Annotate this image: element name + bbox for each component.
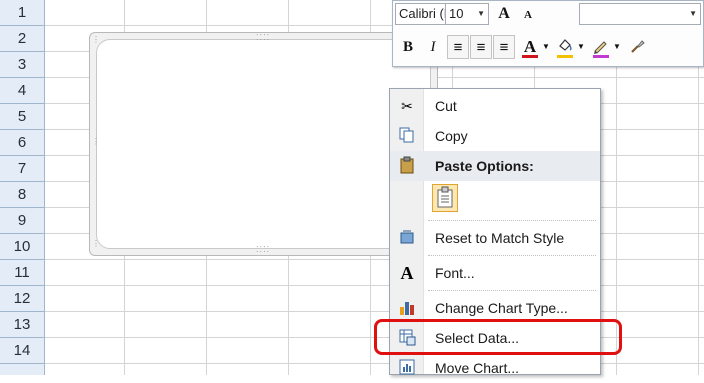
chevron-down-icon[interactable]: ▼ bbox=[612, 35, 622, 59]
row-header-3[interactable]: 3 bbox=[0, 52, 44, 78]
menu-item-label: Reset to Match Style bbox=[435, 230, 565, 246]
select-data-highlight-box bbox=[374, 319, 622, 355]
outline-color-swatch bbox=[593, 55, 609, 58]
corner-resize-handle[interactable]: ⋮ bbox=[92, 35, 101, 44]
row-header-12[interactable]: 12 bbox=[0, 286, 44, 312]
format-painter-icon bbox=[631, 40, 645, 53]
left-resize-handle[interactable]: ⋮ bbox=[92, 137, 101, 146]
chart-type-icon bbox=[397, 298, 417, 318]
chevron-down-icon[interactable]: ▼ bbox=[541, 35, 551, 59]
format-painter-button[interactable] bbox=[626, 35, 648, 59]
row-header-10[interactable]: 10 bbox=[0, 234, 44, 260]
font-icon: A bbox=[400, 263, 414, 283]
font-color-letter: A bbox=[523, 37, 537, 56]
font-size-value: 10 bbox=[449, 6, 464, 21]
fill-color-button[interactable] bbox=[554, 35, 576, 59]
italic-button[interactable]: I bbox=[422, 35, 444, 59]
grid-line bbox=[45, 285, 704, 286]
grid-line bbox=[45, 311, 704, 312]
paste-keep-formatting-button[interactable] bbox=[432, 184, 458, 212]
row-header-2[interactable]: 2 bbox=[0, 26, 44, 52]
row-header-8[interactable]: 8 bbox=[0, 182, 44, 208]
menu-item-copy[interactable]: Copy bbox=[390, 121, 600, 151]
row-header-6[interactable]: 6 bbox=[0, 130, 44, 156]
row-header-5[interactable]: 5 bbox=[0, 104, 44, 130]
move-chart-icon bbox=[397, 358, 417, 378]
menu-item-reset-to-match-style[interactable]: Reset to Match Style bbox=[390, 223, 600, 253]
chevron-down-icon[interactable]: ▼ bbox=[576, 35, 586, 59]
menu-separator bbox=[428, 220, 596, 221]
grid-line bbox=[45, 363, 704, 364]
align-left-button[interactable]: ≡ bbox=[447, 35, 469, 59]
font-size-combo[interactable]: 10 ▼ bbox=[445, 3, 489, 25]
chevron-down-icon[interactable]: ▼ bbox=[689, 4, 697, 24]
outline-color-button[interactable] bbox=[590, 35, 612, 59]
grid-line bbox=[45, 259, 704, 260]
row-headers: 1 2 3 4 5 6 7 8 9 10 11 12 13 14 bbox=[0, 0, 45, 375]
row-header-14[interactable]: 14 bbox=[0, 338, 44, 364]
grow-font-button[interactable]: A bbox=[493, 4, 515, 24]
fill-color-swatch bbox=[557, 55, 573, 58]
scissors-icon: ✂ bbox=[401, 98, 413, 114]
row-header-11[interactable]: 11 bbox=[0, 260, 44, 286]
row-header-9[interactable]: 9 bbox=[0, 208, 44, 234]
menu-separator bbox=[428, 290, 596, 291]
pencil-icon bbox=[594, 41, 607, 54]
plot-area[interactable] bbox=[96, 39, 431, 249]
reset-style-icon bbox=[397, 228, 417, 248]
menu-item-label: Copy bbox=[435, 128, 468, 144]
chart-area[interactable]: ⋮ ⁚⁚⁚⁚ ⋮ ⋮ ⁚⁚⁚⁚ bbox=[89, 32, 438, 256]
style-combo[interactable]: ▼ bbox=[579, 3, 701, 25]
font-color-swatch bbox=[522, 55, 538, 58]
row-header-13[interactable]: 13 bbox=[0, 312, 44, 338]
align-center-button[interactable]: ≡ bbox=[470, 35, 492, 59]
chevron-down-icon[interactable]: ▼ bbox=[477, 4, 485, 24]
font-color-button[interactable]: A bbox=[519, 35, 541, 59]
align-right-button[interactable]: ≡ bbox=[493, 35, 515, 59]
clipboard-icon bbox=[397, 156, 417, 176]
menu-item-label: Move Chart... bbox=[435, 360, 520, 376]
menu-item-move-chart[interactable]: Move Chart... bbox=[390, 353, 600, 383]
menu-item-cut[interactable]: ✂ Cut bbox=[390, 91, 600, 121]
copy-icon bbox=[397, 126, 417, 146]
menu-item-label: Font... bbox=[435, 265, 475, 281]
row-header-7[interactable]: 7 bbox=[0, 156, 44, 182]
menu-header-label: Paste Options: bbox=[435, 158, 534, 174]
bold-button[interactable]: B bbox=[397, 35, 419, 59]
bottom-resize-handle[interactable]: ⁚⁚⁚⁚ bbox=[256, 245, 270, 254]
menu-item-label: Cut bbox=[435, 98, 457, 114]
paste-clipboard-icon bbox=[437, 186, 453, 208]
shrink-font-button[interactable]: A bbox=[517, 4, 539, 24]
row-header-4[interactable]: 4 bbox=[0, 78, 44, 104]
menu-header-paste-options: Paste Options: bbox=[390, 151, 600, 181]
paint-bucket-icon bbox=[559, 39, 572, 51]
menu-separator bbox=[428, 255, 596, 256]
row-header-1[interactable]: 1 bbox=[0, 0, 44, 26]
paste-options-row bbox=[390, 181, 600, 215]
corner-resize-handle[interactable]: ⋮ bbox=[92, 239, 101, 248]
mini-toolbar: Calibri (E ▼ 10 ▼ A A ▼ B I ≡ ≡ ≡ A ▼ ▼ … bbox=[392, 0, 704, 67]
menu-item-font[interactable]: A Font... bbox=[390, 258, 600, 288]
top-resize-handle[interactable]: ⁚⁚⁚⁚ bbox=[256, 33, 270, 42]
